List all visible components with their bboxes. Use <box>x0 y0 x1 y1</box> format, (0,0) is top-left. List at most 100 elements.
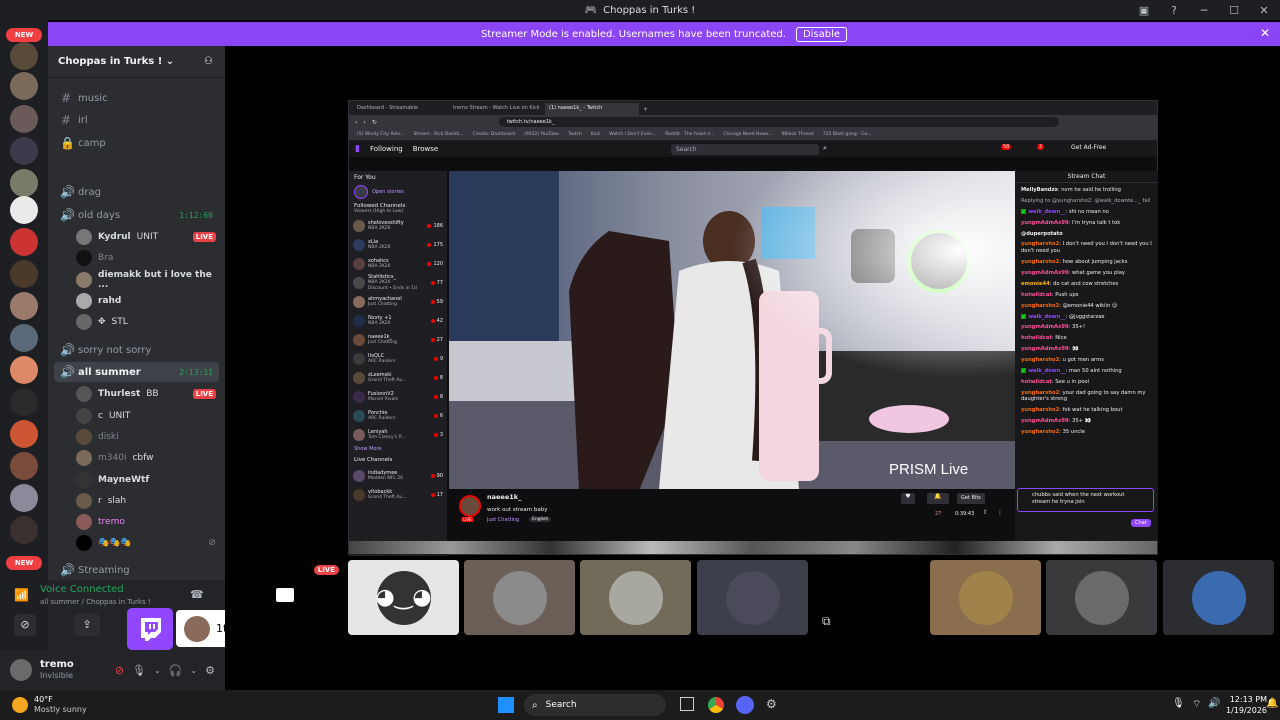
close-button[interactable]: ✕ <box>1254 4 1274 17</box>
forward-icon[interactable]: › <box>363 119 365 126</box>
server-icon[interactable] <box>10 324 38 352</box>
chat-send-button[interactable]: Chat <box>1131 519 1151 527</box>
chat-input[interactable]: chubbs said when the next workout stream… <box>1017 488 1154 512</box>
microphone-icon[interactable]: 🎙 <box>1172 698 1185 709</box>
voice-user[interactable]: Kydrul UNIT LIVE <box>76 227 216 247</box>
bookmark[interactable]: Creator Dashboard <box>473 132 516 137</box>
voice-user[interactable]: 🎭🎭🎭 ⊘ <box>76 533 216 553</box>
video-off-icon[interactable]: ⊘ <box>14 614 36 636</box>
bookmark[interactable]: Watch I Don't Even... <box>609 132 656 137</box>
channel-drag[interactable]: 🔊 drag <box>54 182 219 202</box>
voice-user[interactable]: tremo <box>76 512 216 532</box>
bookmark[interactable]: (9032) YouTube <box>524 132 559 137</box>
taskbar-search[interactable]: ⌕ Search <box>524 694 666 716</box>
browser-tab[interactable]: (1) naeee1k_ - Twitch <box>545 103 639 115</box>
twitch-search-input[interactable]: Search <box>671 143 819 155</box>
chat-username[interactable]: yungharsho2 <box>1021 407 1059 413</box>
screen-share-icon[interactable]: ⇪ <box>74 614 100 636</box>
channel-all-summer[interactable]: 🔊 all summer 2:13:11 <box>54 362 219 382</box>
voice-user[interactable]: diemakk but i love the ... <box>76 270 216 290</box>
twitch-logo-icon[interactable]: ▮ <box>355 144 360 154</box>
chat-username[interactable]: yungharsho2 <box>1021 357 1059 363</box>
server-icon[interactable] <box>10 137 38 165</box>
chat-username[interactable]: walk_down__ <box>1028 314 1065 320</box>
chat-username[interactable]: yungmAdmAx99 <box>1021 418 1069 424</box>
voice-user[interactable]: ✥ STL <box>76 312 216 332</box>
server-icon[interactable] <box>10 452 38 480</box>
voice-user[interactable]: m340i cbfw <box>76 448 216 468</box>
followed-channel[interactable]: vitobackk Grand Theft Au... 17 <box>349 485 447 504</box>
channel-camp[interactable]: 🔒 camp <box>54 133 219 153</box>
channel-streaming[interactable]: 🔊 Streaming <box>54 560 219 580</box>
stream-off-icon[interactable]: ⊘ <box>115 664 124 677</box>
voice-user[interactable]: MayneWtf <box>76 470 216 490</box>
chat-username[interactable]: yungharsho2 <box>1021 303 1059 309</box>
chat-username[interactable]: emonie44 <box>1021 281 1050 287</box>
chat-username[interactable]: hotwildcat <box>1021 292 1052 298</box>
disable-button[interactable]: Disable <box>795 26 848 42</box>
more-options-icon[interactable]: ⋮ <box>997 509 1003 516</box>
bookmark[interactable]: Stream - Kick Dashb... <box>413 132 463 137</box>
server-icon[interactable] <box>10 260 38 288</box>
channel-old-days[interactable]: 🔊 old days 1:12:60 <box>54 205 219 225</box>
bookmark[interactable]: (5) Windy City Role... <box>357 132 404 137</box>
chat-username[interactable]: yungharsho2 <box>1021 390 1059 396</box>
followed-channel[interactable]: FusionnV2 Marvel Rivals 8 <box>349 387 447 406</box>
participant-tile[interactable]: LIVE <box>232 560 343 635</box>
server-icon[interactable] <box>10 484 38 512</box>
avatar[interactable] <box>10 659 32 681</box>
followed-channel[interactable]: xohahcs NBA 2K26 120 <box>349 254 447 273</box>
task-view-icon[interactable] <box>680 697 694 711</box>
get-ad-free-button[interactable]: Get Ad-Free <box>1071 144 1106 151</box>
app-icon[interactable]: ⚙ <box>766 697 777 711</box>
notification-bell-icon[interactable]: 🔔 <box>927 493 949 504</box>
show-more-link[interactable]: Show More <box>349 444 447 454</box>
participant-tile[interactable] <box>930 560 1041 635</box>
server-icon[interactable] <box>10 105 38 133</box>
headphones-icon[interactable]: 🎧 <box>169 664 183 677</box>
server-icon[interactable] <box>10 356 38 384</box>
channel-sorry-not-sorry[interactable]: 🔊 sorry not sorry <box>54 340 219 360</box>
followed-channel[interactable]: naeee1k_ Just Chatting 27 <box>349 330 447 349</box>
voice-user[interactable]: r slah <box>76 491 216 511</box>
participant-tile[interactable] <box>464 560 575 635</box>
chat-username[interactable]: walk_down__ <box>1028 368 1065 374</box>
chevron-down-icon[interactable]: ⌄ <box>154 666 161 675</box>
bookmark[interactable]: Kick <box>591 132 600 137</box>
participant-tile[interactable] <box>580 560 691 635</box>
server-icon[interactable] <box>10 228 38 256</box>
clock[interactable]: 12:13 PM 1/19/2026 <box>1226 694 1267 716</box>
browse-link[interactable]: Browse <box>413 145 439 153</box>
browser-tab[interactable]: tremo Stream - Watch Live on Kick <box>449 103 543 115</box>
voice-user[interactable]: Bra <box>76 248 216 268</box>
bookmark[interactable]: Chicago Need News... <box>723 132 772 137</box>
twitch-icon[interactable] <box>127 608 173 650</box>
followed-channel[interactable]: Stahlistics_ NBA 2K26 Discount • Ends in 1… <box>349 273 447 292</box>
chat-username[interactable]: yungmAdmAx99 <box>1021 220 1069 226</box>
volume-icon[interactable]: 🔊 <box>1208 698 1220 709</box>
server-icon[interactable] <box>10 420 38 448</box>
stream-category[interactable]: Just Chatting <box>487 517 519 523</box>
streamer-name[interactable]: naeee1k_ <box>487 493 521 501</box>
channel-irl[interactable]: # irl <box>54 110 219 130</box>
new-tab-icon[interactable]: + <box>641 104 650 115</box>
participant-tile[interactable] <box>1046 560 1157 635</box>
address-bar[interactable]: twitch.tv/naeee1k_ <box>498 117 1059 127</box>
server-icon[interactable] <box>10 72 38 100</box>
bookmark[interactable]: Twitch <box>568 132 582 137</box>
bookmark[interactable]: 725 Blast gang - Go... <box>823 132 872 137</box>
stream-video[interactable]: PRISM Live <box>449 171 1015 489</box>
chat-username[interactable]: yungmAdmAx99 <box>1021 346 1069 352</box>
add-member-icon[interactable]: ⚇ <box>204 56 213 67</box>
inbox-icon[interactable]: ▣ <box>1134 4 1154 17</box>
weather-icon[interactable] <box>12 697 28 713</box>
share-icon[interactable]: ⇧ <box>983 509 988 516</box>
followed-channel[interactable]: Leniyah Tom Clancy's R... 3 <box>349 425 447 444</box>
disconnect-icon[interactable]: ☎ <box>190 588 204 601</box>
voice-user[interactable]: rahd <box>76 291 216 311</box>
participant-tile[interactable]: ◕‿◕ <box>348 560 459 635</box>
chat-username[interactable]: yungmAdmAx99 <box>1021 324 1069 330</box>
wifi-icon[interactable]: ⌔ <box>1192 698 1201 711</box>
settings-gear-icon[interactable]: ⚙ <box>205 664 215 677</box>
reload-icon[interactable]: ↻ <box>372 119 377 126</box>
